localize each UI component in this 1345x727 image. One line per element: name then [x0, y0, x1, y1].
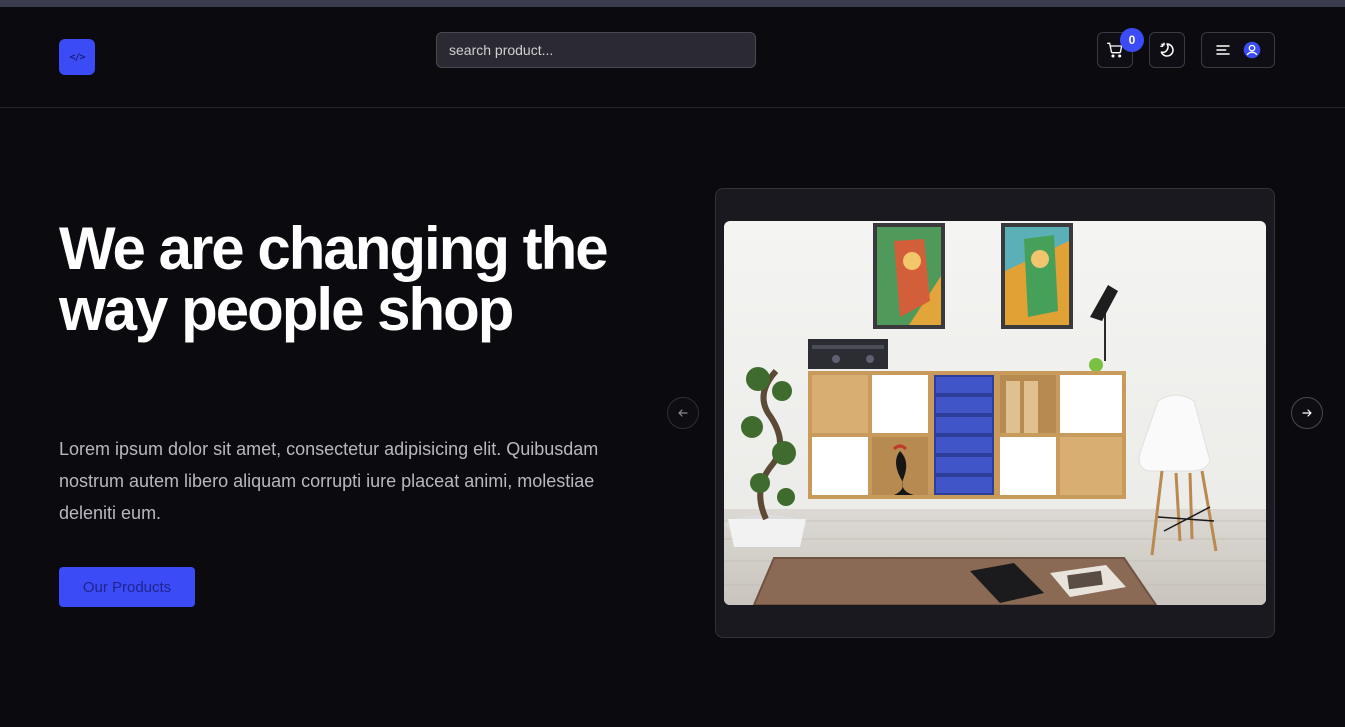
arrow-left-icon: [678, 409, 688, 417]
arrow-right-icon: [1302, 409, 1312, 417]
carousel-prev-button[interactable]: [667, 397, 699, 429]
theme-toggle-button[interactable]: [1149, 32, 1185, 68]
menu-icon: [1216, 45, 1230, 55]
carousel-next-button[interactable]: [1291, 397, 1323, 429]
search-input[interactable]: [436, 32, 756, 68]
carousel-slide-image: [724, 221, 1266, 605]
code-icon: </>: [69, 51, 85, 63]
top-strip: [0, 0, 1345, 7]
cart-count-badge: 0: [1120, 28, 1144, 52]
logo[interactable]: </>: [59, 39, 95, 75]
hero-title: We are changing the way people shop: [59, 215, 609, 343]
our-products-button[interactable]: Our Products: [59, 567, 195, 607]
theme-toggle-icon: [1160, 42, 1174, 57]
product-carousel: [715, 188, 1275, 638]
hero-description: Lorem ipsum dolor sit amet, consectetur …: [59, 439, 599, 523]
user-icon: [1243, 41, 1261, 59]
user-menu-button[interactable]: [1201, 32, 1275, 68]
